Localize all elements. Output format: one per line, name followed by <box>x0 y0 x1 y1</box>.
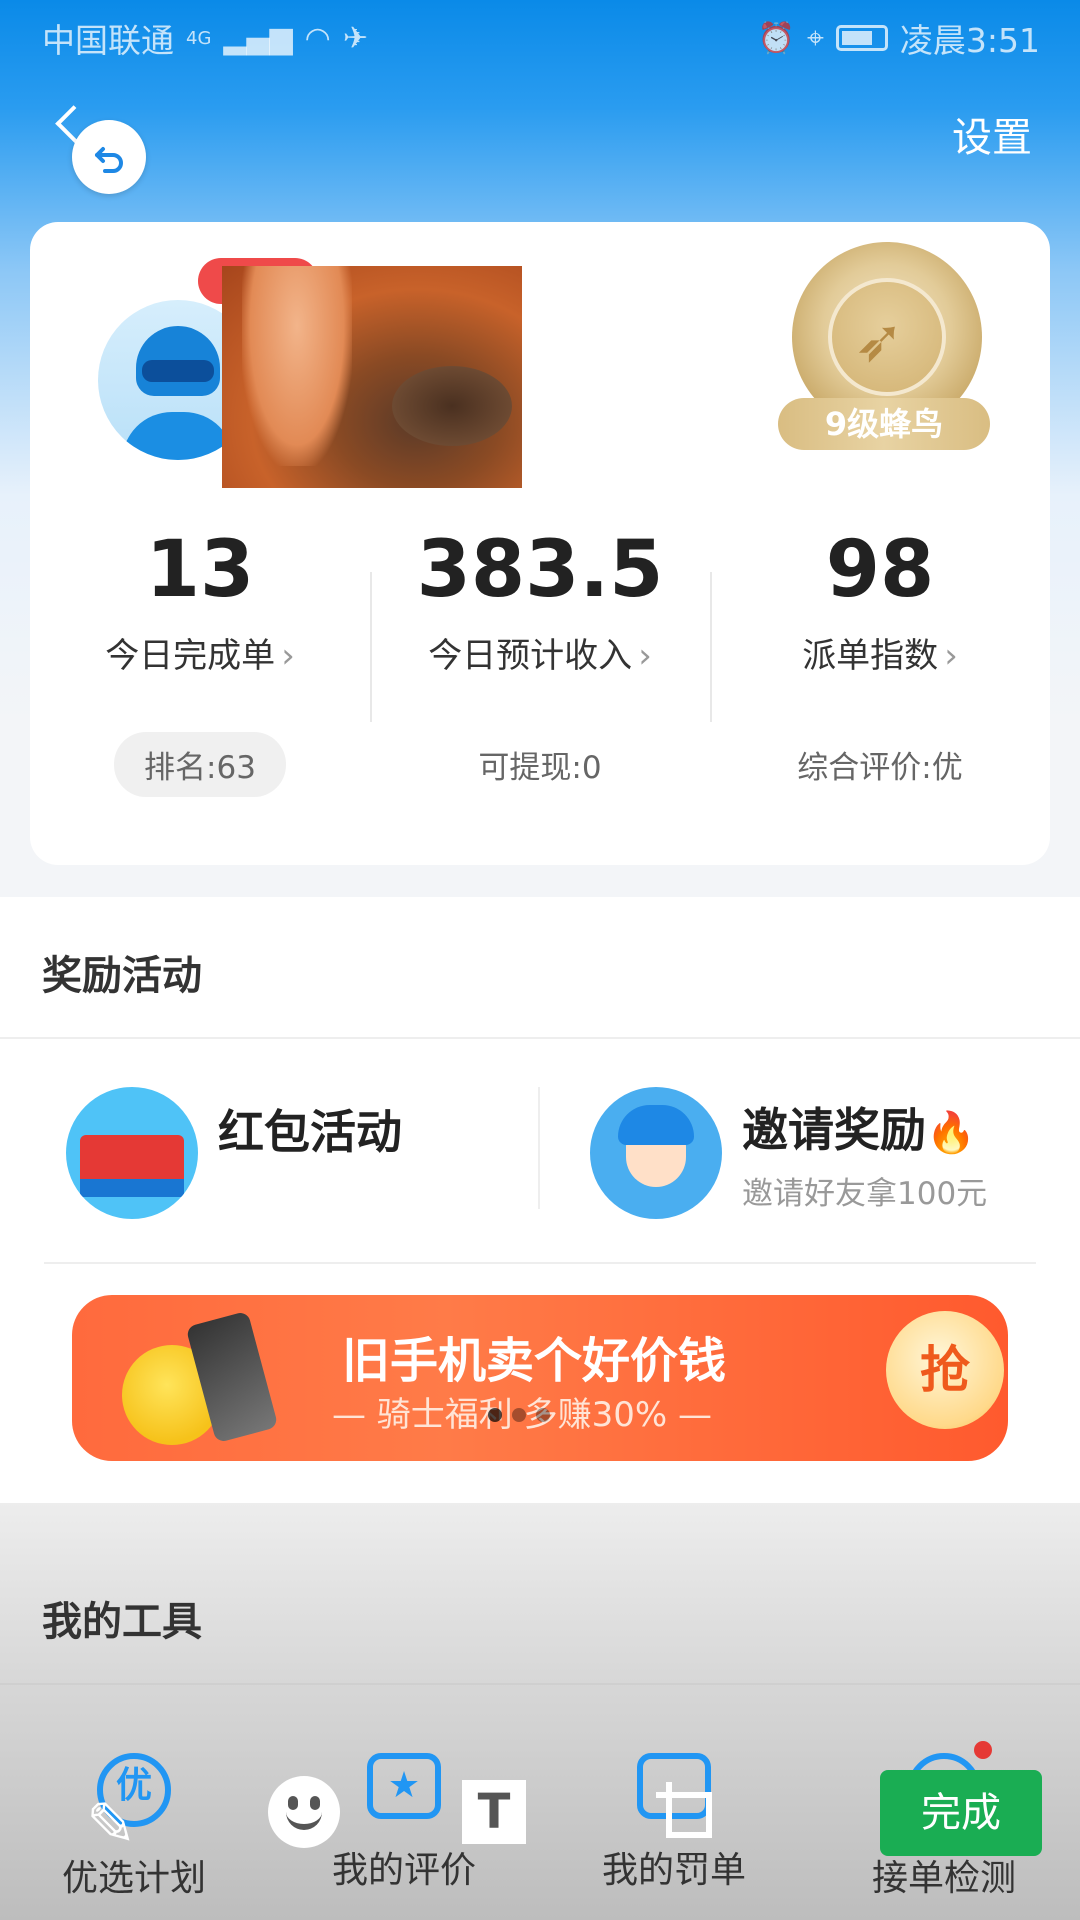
stat-label: 今日完成单 <box>105 636 276 676</box>
plane-icon: ✈ <box>342 20 368 56</box>
reward-text: 邀请奖励🔥 邀请好友拿100元 <box>742 1094 987 1213</box>
banner-title: 旧手机卖个好价钱 <box>342 1333 727 1389</box>
stats-row: 13 今日完成单 › 排名:63 383.5 今日预计收入 › 可提现:0 98 派… <box>30 522 1050 797</box>
rider-helmet <box>618 1105 694 1145</box>
carousel-dot[interactable] <box>488 1408 502 1422</box>
carousel-dots <box>488 1408 550 1422</box>
overall-rating-text: 综合评价:优 <box>797 750 963 786</box>
settings-link[interactable]: 设置 <box>952 105 1032 163</box>
tools-section: 我的工具 优 优选计划 ★ 我的评价 我的罚单 接单检测 <box>0 1503 1080 1920</box>
carrier-label: 中国联通 <box>42 21 174 60</box>
tool-label: 我的罚单 <box>601 1850 746 1891</box>
emoji-icon <box>268 1776 340 1848</box>
level-medal[interactable]: ➶ 9级蜂鸟 <box>770 242 1000 450</box>
status-time: 凌晨3:51 <box>899 21 1040 60</box>
divider <box>44 1262 1036 1264</box>
reward-item-invite[interactable]: 邀请奖励🔥 邀请好友拿100元 <box>590 1087 987 1219</box>
divider <box>0 1683 1080 1685</box>
carousel-dot[interactable] <box>512 1408 526 1422</box>
battery-icon <box>835 25 888 51</box>
stat-estimated-income[interactable]: 383.5 今日预计收入 › 可提现:0 <box>370 522 710 786</box>
stat-value: 383.5 <box>416 525 664 615</box>
signal-icon: ▂▄▆ <box>223 20 293 56</box>
stat-label-wrap: 今日预计收入 › <box>428 628 652 677</box>
chevron-right-icon: › <box>281 636 295 676</box>
envelope-shape <box>80 1135 184 1185</box>
flame-icon: 🔥 <box>926 1109 976 1156</box>
grab-button[interactable]: 抢 <box>886 1311 1004 1429</box>
tool-label: 我的评价 <box>331 1850 476 1891</box>
divider <box>0 1037 1080 1039</box>
avatar-visor <box>142 360 214 382</box>
wifi-icon: ◠ <box>304 20 331 56</box>
photo-child <box>242 266 352 466</box>
carousel-dot[interactable] <box>536 1408 550 1422</box>
profile-card: ➶ 9级蜂鸟 13 今日完成单 › 排名:63 383.5 今日预计收入 › 可提现… <box>30 222 1050 865</box>
vertical-divider <box>538 1087 540 1209</box>
tools-section-title: 我的工具 <box>42 1599 202 1645</box>
reward-item-red-packet[interactable]: 红包活动 <box>66 1087 402 1219</box>
stat-label-wrap: 派单指数 › <box>802 628 958 677</box>
crop-icon[interactable] <box>656 1782 716 1842</box>
status-right: ⏰ ⌖ 凌晨3:51 <box>758 14 1040 62</box>
location-icon: ⌖ <box>807 20 824 56</box>
red-packet-icon <box>66 1087 198 1219</box>
stat-label: 今日预计收入 <box>428 636 633 676</box>
rider-avatar-icon <box>590 1087 722 1219</box>
tool-label: 接单检测 <box>871 1858 1016 1899</box>
reward-subtitle: 邀请好友拿100元 <box>742 1175 988 1212</box>
back-button[interactable] <box>72 120 146 194</box>
done-button[interactable]: 完成 <box>880 1770 1042 1856</box>
envelope-base <box>80 1179 184 1197</box>
status-left: 中国联通 4G ▂▄▆ ◠ ✈ <box>42 14 368 62</box>
emoji-mouth <box>286 1812 322 1830</box>
reward-section-title: 奖励活动 <box>42 953 202 999</box>
network-label: 4G <box>186 27 212 49</box>
rank-pill: 排名:63 <box>114 732 286 797</box>
alarm-icon: ⏰ <box>757 20 795 56</box>
avatar-body <box>122 412 234 460</box>
photo-cat <box>392 366 512 446</box>
reward-title: 红包活动 <box>218 1105 402 1159</box>
chevron-right-icon: › <box>944 636 958 676</box>
reward-text: 红包活动 <box>218 1096 402 1162</box>
emoji-tool[interactable] <box>268 1776 340 1848</box>
stat-value: 13 <box>145 525 255 615</box>
stat-value: 98 <box>825 525 935 615</box>
chevron-right-icon: › <box>638 636 652 676</box>
stat-label: 派单指数 <box>802 636 939 676</box>
back-icon <box>95 147 123 173</box>
hummingbird-icon: ➶ <box>854 306 905 376</box>
stat-dispatch-index[interactable]: 98 派单指数 › 综合评价:优 <box>710 522 1050 786</box>
overlay-photo <box>222 266 522 488</box>
promo-banner[interactable]: 旧手机卖个好价钱 — 骑士福利 多赚30% — 抢 <box>72 1295 1008 1461</box>
pen-icon[interactable]: ✎ <box>86 1790 136 1860</box>
text-tool-icon[interactable]: T <box>462 1780 526 1844</box>
medal-label: 9级蜂鸟 <box>778 398 990 450</box>
notification-dot <box>974 1741 992 1759</box>
reward-title: 邀请奖励 <box>742 1102 926 1157</box>
stat-completed-orders[interactable]: 13 今日完成单 › 排名:63 <box>30 522 370 797</box>
reward-title-wrap: 邀请奖励🔥 <box>742 1094 987 1160</box>
withdrawable-text: 可提现:0 <box>478 750 602 786</box>
review-icon: ★ <box>367 1753 441 1819</box>
status-bar: 中国联通 4G ▂▄▆ ◠ ✈ ⏰ ⌖ 凌晨3:51 <box>0 0 1080 76</box>
stat-label-wrap: 今日完成单 › <box>105 628 295 677</box>
